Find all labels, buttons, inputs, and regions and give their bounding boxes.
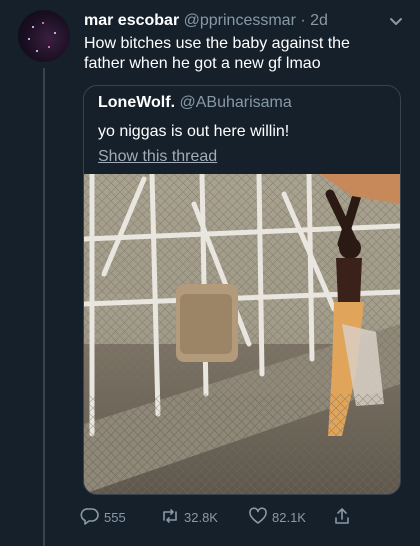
climber-head <box>339 237 361 259</box>
tweet-header: mar escobar @pprincessmar · 2d <box>84 12 400 34</box>
avatar-sparkle <box>48 46 50 48</box>
thread-line <box>43 68 45 546</box>
quoted-tweet-header: LoneWolf. @ABuharisama <box>98 94 292 112</box>
retweet-button[interactable]: 32.8K <box>160 506 218 528</box>
quoted-tweet-text: yo niggas is out here willin! <box>98 123 290 140</box>
quoted-video[interactable] <box>84 174 400 494</box>
timestamp[interactable]: 2d <box>310 12 328 29</box>
heart-icon <box>248 506 272 529</box>
avatar[interactable] <box>18 10 70 62</box>
chevron-down-icon[interactable] <box>386 12 406 32</box>
separator-dot: · <box>300 12 306 29</box>
retweet-icon <box>160 506 184 529</box>
share-icon <box>332 506 356 529</box>
like-count: 82.1K <box>272 509 306 525</box>
quoted-display-name[interactable]: LoneWolf. <box>98 94 175 111</box>
reply-button[interactable]: 555 <box>80 506 126 528</box>
tweet-text: How bitches use the baby against the fat… <box>84 35 350 72</box>
retweet-count: 32.8K <box>184 509 218 525</box>
climber-body <box>336 258 362 302</box>
share-button[interactable] <box>332 506 356 528</box>
tweet-actions: 555 32.8K 82.1K <box>80 506 380 528</box>
reply-icon <box>80 506 104 529</box>
handle[interactable]: @pprincessmar <box>184 12 296 29</box>
avatar-sparkle <box>42 22 44 24</box>
quoted-tweet-card[interactable]: LoneWolf. @ABuharisama yo niggas is out … <box>83 85 401 495</box>
avatar-sparkle <box>28 38 30 40</box>
avatar-sparkle <box>36 50 38 52</box>
fence-mesh-foreground <box>84 394 400 494</box>
show-thread-link[interactable]: Show this thread <box>98 148 217 166</box>
avatar-sparkle <box>54 32 56 34</box>
avatar-sparkle <box>32 26 34 28</box>
reply-count: 555 <box>104 509 126 525</box>
like-button[interactable]: 82.1K <box>248 506 306 528</box>
quoted-handle[interactable]: @ABuharisama <box>179 94 291 111</box>
lion-figure-shadow <box>180 294 232 354</box>
display-name[interactable]: mar escobar <box>84 12 179 29</box>
